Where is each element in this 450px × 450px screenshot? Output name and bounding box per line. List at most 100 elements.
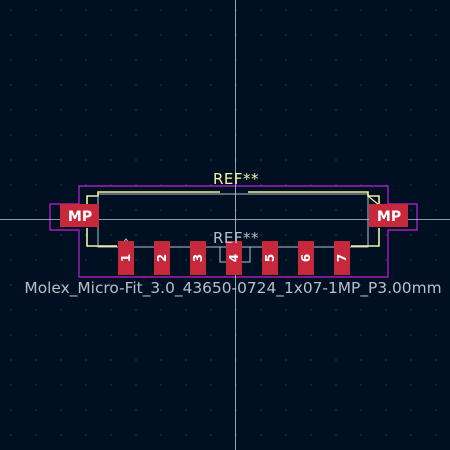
grid-dot xyxy=(85,159,87,161)
grid-dot xyxy=(285,409,287,411)
pad-6[interactable]: 6 xyxy=(298,241,314,275)
grid-dot xyxy=(185,9,187,11)
grid-dot xyxy=(360,234,362,236)
grid-dot xyxy=(260,34,262,36)
grid-dot xyxy=(110,209,112,211)
grid-dot xyxy=(10,109,12,111)
grid-dot xyxy=(335,184,337,186)
grid-dot xyxy=(60,184,62,186)
grid-dot xyxy=(160,434,162,436)
grid-dot xyxy=(60,259,62,261)
grid-dot xyxy=(135,259,137,261)
pcb-footprint-canvas[interactable]: REF** MP MP 1 2 3 4 5 6 7 REF** Molex_Mi… xyxy=(0,0,450,450)
grid-dot xyxy=(35,184,37,186)
grid-dot xyxy=(135,434,137,436)
pad-4-label: 4 xyxy=(227,254,241,262)
pad-5[interactable]: 5 xyxy=(262,241,278,275)
grid-dot xyxy=(310,84,312,86)
mounting-pad-right[interactable]: MP xyxy=(369,204,408,227)
pad-3-label: 3 xyxy=(191,254,205,262)
pad-7[interactable]: 7 xyxy=(334,241,350,275)
grid-dot xyxy=(135,184,137,186)
grid-dot xyxy=(335,134,337,136)
grid-dot xyxy=(260,234,262,236)
grid-dot xyxy=(60,134,62,136)
grid-dot xyxy=(410,34,412,36)
grid-dot xyxy=(110,234,112,236)
grid-dot xyxy=(110,34,112,36)
grid-dot xyxy=(35,334,37,336)
grid-dot xyxy=(10,34,12,36)
pad-3[interactable]: 3 xyxy=(190,241,206,275)
grid-dot xyxy=(410,259,412,261)
grid-dot xyxy=(310,184,312,186)
grid-dot xyxy=(260,434,262,436)
grid-dot xyxy=(335,309,337,311)
grid-dot xyxy=(285,384,287,386)
pad-2[interactable]: 2 xyxy=(154,241,170,275)
grid-dot xyxy=(85,359,87,361)
grid-dot xyxy=(410,84,412,86)
grid-dot xyxy=(210,359,212,361)
grid-dot xyxy=(335,434,337,436)
grid-dot xyxy=(260,134,262,136)
grid-dot xyxy=(10,234,12,236)
grid-dot xyxy=(160,359,162,361)
mounting-pad-left[interactable]: MP xyxy=(60,204,99,227)
grid-dot xyxy=(285,209,287,211)
grid-dot xyxy=(35,434,37,436)
grid-dot xyxy=(360,309,362,311)
grid-dot xyxy=(10,434,12,436)
pad-1[interactable]: 1 xyxy=(118,241,134,275)
grid-dot xyxy=(60,159,62,161)
grid-dot xyxy=(10,359,12,361)
grid-dot xyxy=(185,234,187,236)
grid-dot xyxy=(60,359,62,361)
grid-dot xyxy=(85,259,87,261)
grid-dot xyxy=(360,184,362,186)
grid-dot xyxy=(185,184,187,186)
grid-dot xyxy=(410,184,412,186)
grid-dot xyxy=(160,209,162,211)
grid-dot xyxy=(360,384,362,386)
grid-dot xyxy=(410,234,412,236)
grid-dot xyxy=(85,109,87,111)
grid-dot xyxy=(260,359,262,361)
grid-dot xyxy=(360,59,362,61)
grid-dot xyxy=(335,159,337,161)
grid-dot xyxy=(360,259,362,261)
grid-dot xyxy=(210,134,212,136)
grid-dot xyxy=(185,84,187,86)
grid-dot xyxy=(385,109,387,111)
grid-dot xyxy=(260,384,262,386)
grid-dot xyxy=(285,234,287,236)
grid-dot xyxy=(310,159,312,161)
grid-dot xyxy=(60,59,62,61)
grid-dot xyxy=(160,109,162,111)
pad-7-label: 7 xyxy=(335,254,349,262)
grid-dot xyxy=(210,109,212,111)
grid-dot xyxy=(360,9,362,11)
grid-dot xyxy=(10,84,12,86)
grid-dot xyxy=(410,209,412,211)
grid-dot xyxy=(310,9,312,11)
grid-dot xyxy=(360,84,362,86)
grid-dot xyxy=(35,234,37,236)
grid-dot xyxy=(385,34,387,36)
grid-dot xyxy=(335,59,337,61)
grid-dot xyxy=(335,84,337,86)
grid-dot xyxy=(160,9,162,11)
grid-dot xyxy=(10,59,12,61)
grid-dot xyxy=(310,434,312,436)
grid-dot xyxy=(435,434,437,436)
grid-dot xyxy=(185,34,187,36)
reference-silkscreen-label: REF** xyxy=(213,170,259,188)
grid-dot xyxy=(285,434,287,436)
grid-dot xyxy=(410,309,412,311)
grid-dot xyxy=(85,34,87,36)
grid-dot xyxy=(110,159,112,161)
grid-dot xyxy=(285,309,287,311)
grid-dot xyxy=(60,109,62,111)
grid-dot xyxy=(10,259,12,261)
grid-dot xyxy=(135,159,137,161)
